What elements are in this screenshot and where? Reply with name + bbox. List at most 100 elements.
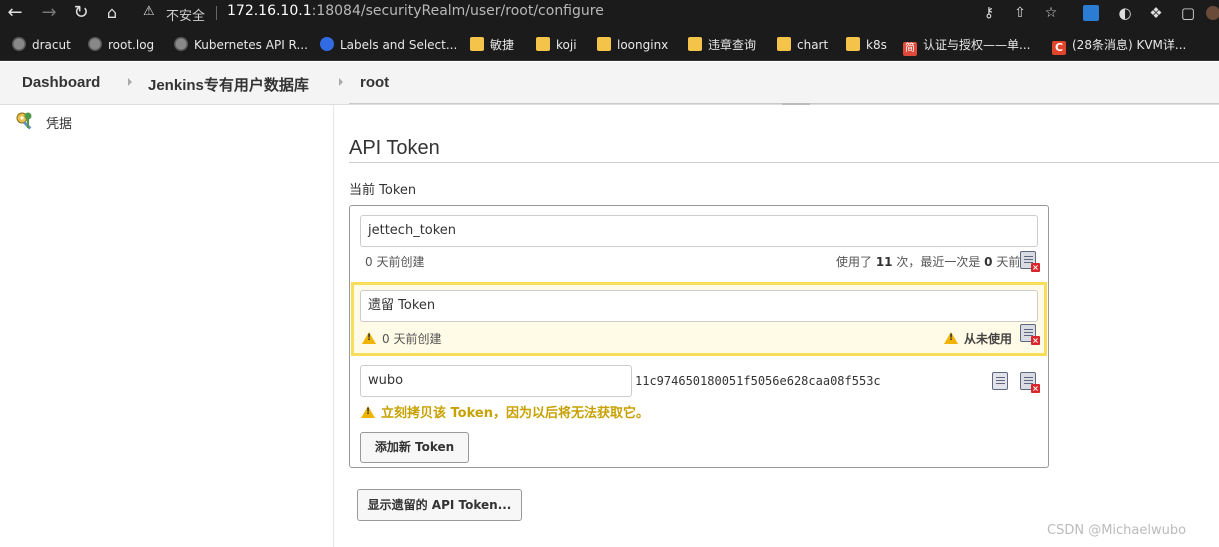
bookmark-folder-traffic[interactable]: 违章查询	[688, 36, 756, 54]
home-icon[interactable]: ⌂	[101, 2, 123, 24]
token-name-input[interactable]: jettech_token	[360, 215, 1038, 247]
breadcrumb-separator-icon[interactable]	[128, 78, 132, 86]
add-token-button[interactable]: 添加新 Token	[360, 432, 469, 463]
revoke-legacy-token-icon[interactable]: ×	[1020, 324, 1040, 345]
legacy-created-text: 0 天前创建	[382, 332, 442, 346]
globe-icon	[88, 37, 102, 51]
folder-icon	[470, 37, 484, 51]
security-label[interactable]: 不安全	[166, 5, 205, 24]
copy-warning: 立刻拷贝该 Token，因为以后将无法获取它。	[361, 402, 649, 421]
address-bar[interactable]: 172.16.10.1:18084/securityRealm/user/roo…	[227, 3, 604, 19]
reload-icon[interactable]: ↻	[70, 2, 92, 24]
bookmark-label: 认证与授权——单...	[923, 38, 1031, 52]
bookmark-label: 违章查询	[708, 38, 757, 52]
omnibox-divider	[216, 6, 217, 20]
bookmark-label: (28条消息) KVM详...	[1072, 38, 1187, 52]
breadcrumb-dashboard[interactable]: Dashboard	[22, 74, 100, 91]
bookmark-label: chart	[797, 38, 829, 52]
bookmark-folder-koji[interactable]: koji	[536, 36, 577, 54]
bookmark-folder-minjie[interactable]: 敏捷	[470, 36, 514, 54]
folder-icon	[597, 37, 611, 51]
share-icon[interactable]: ⇧	[1010, 3, 1030, 23]
breadcrumb: Dashboard Jenkins专有用户数据库 root	[0, 62, 1219, 105]
bookmark-label: dracut	[32, 38, 71, 52]
extension-circle-icon[interactable]: ◐	[1115, 3, 1135, 23]
browser-toolbar: ← → ↻ ⌂ ⚠ 不安全 172.16.10.1:18084/security…	[0, 0, 1219, 27]
extensions-puzzle-icon[interactable]: ❖	[1146, 3, 1166, 23]
url-host: 172.16.10.1	[227, 3, 312, 19]
sidebar: 凭据	[0, 105, 334, 547]
bookmark-label: koji	[556, 38, 577, 52]
usage-days: 0	[984, 255, 993, 269]
close-icon: ×	[1031, 263, 1040, 272]
bookmark-dracut[interactable]: dracut	[12, 36, 71, 54]
breadcrumb-root[interactable]: root	[360, 74, 389, 91]
breadcrumb-separator-icon[interactable]	[339, 78, 343, 86]
profile-avatar[interactable]	[1206, 6, 1219, 20]
bookmark-label: root.log	[108, 38, 155, 52]
top-divider	[349, 103, 1219, 105]
legacy-token-name-input[interactable]: 遗留 Token	[360, 290, 1038, 322]
usage-mid: 次，最近一次是	[892, 255, 985, 269]
usage-prefix: 使用了	[836, 255, 876, 269]
token-created-text: 0 天前创建	[365, 255, 425, 269]
key-icon[interactable]: ⚷	[979, 3, 999, 23]
bookmark-folder-k8s[interactable]: k8s	[846, 36, 887, 54]
legacy-token-row: 遗留 Token 0 天前创建 从未使用 ×	[351, 282, 1047, 356]
bookmark-labels-selectors[interactable]: Labels and Select...	[320, 36, 457, 54]
globe-icon	[174, 37, 188, 51]
breadcrumb-user-db[interactable]: Jenkins专有用户数据库	[148, 74, 309, 95]
usage-count: 11	[875, 255, 893, 269]
section-divider	[349, 162, 1219, 163]
new-token-name-input[interactable]: wubo	[360, 365, 632, 397]
bookmark-folder-chart[interactable]: chart	[777, 36, 828, 54]
legacy-usage-text: 从未使用	[964, 332, 1013, 346]
scroll-indicator	[782, 103, 810, 105]
legacy-token-usage: 从未使用	[944, 330, 1012, 347]
bookmark-star-icon[interactable]: ☆	[1041, 3, 1061, 23]
bookmarks-bar: dracut root.log Kubernetes API R... Labe…	[0, 27, 1219, 61]
extension-pocket-icon[interactable]	[1083, 5, 1099, 21]
bookmark-label: loonginx	[617, 38, 669, 52]
jianshu-icon: 简	[903, 42, 917, 56]
credentials-keys-icon	[16, 112, 32, 130]
forward-arrow-icon[interactable]: →	[38, 2, 60, 24]
revoke-token-icon[interactable]: ×	[1020, 251, 1040, 272]
token-list: jettech_token 0 天前创建 使用了 11 次，最近一次是 0 天前…	[349, 205, 1049, 468]
back-arrow-icon[interactable]: ←	[4, 2, 26, 24]
globe-icon	[12, 37, 26, 51]
usage-suffix: 天前	[992, 255, 1021, 269]
bookmark-label: k8s	[866, 38, 887, 52]
copy-token-icon[interactable]	[992, 372, 1008, 390]
csdn-icon: C	[1052, 41, 1066, 55]
kubernetes-icon	[320, 37, 334, 51]
url-path: :18084/securityRealm/user/root/configure	[311, 3, 604, 19]
bookmark-label: Kubernetes API R...	[194, 38, 308, 52]
bookmark-kubernetes-api[interactable]: Kubernetes API R...	[174, 36, 308, 54]
copy-warning-text: 立刻拷贝该 Token，因为以后将无法获取它。	[381, 406, 649, 421]
bookmark-folder-loonginx[interactable]: loonginx	[597, 36, 668, 54]
watermark: CSDN @Michaelwubo	[1047, 523, 1187, 538]
page-title: API Token	[349, 137, 440, 159]
warning-icon	[944, 332, 958, 344]
show-legacy-tokens-button[interactable]: 显示遗留的 API Token...	[357, 489, 522, 521]
close-icon: ×	[1031, 336, 1040, 345]
bookmark-auth[interactable]: 简认证与授权——单...	[903, 36, 1031, 56]
folder-icon	[846, 37, 860, 51]
folder-icon	[688, 37, 702, 51]
security-warning-icon[interactable]: ⚠	[143, 4, 155, 19]
bookmark-root-log[interactable]: root.log	[88, 36, 154, 54]
revoke-new-token-icon[interactable]: ×	[1020, 372, 1040, 393]
side-panel-icon[interactable]: ▢	[1178, 3, 1198, 23]
new-token-value[interactable]: 11c974650180051f5056e628caa08f553c	[635, 374, 881, 388]
bookmark-kvm[interactable]: C (28条消息) KVM详...	[1052, 36, 1187, 55]
token-usage-text: 使用了 11 次，最近一次是 0 天前	[836, 253, 1020, 270]
sidebar-item-label: 凭据	[46, 117, 73, 132]
close-icon: ×	[1031, 384, 1040, 393]
folder-icon	[536, 37, 550, 51]
bookmark-label: Labels and Select...	[340, 38, 458, 52]
bookmark-label: 敏捷	[490, 38, 515, 52]
folder-icon	[777, 37, 791, 51]
warning-icon	[362, 332, 376, 344]
warning-icon	[361, 406, 375, 418]
